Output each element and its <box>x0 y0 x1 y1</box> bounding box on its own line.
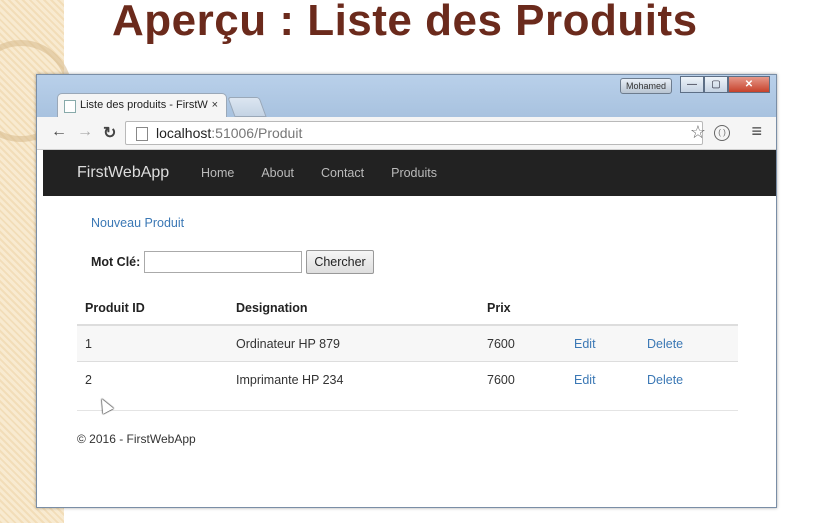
maximize-button[interactable]: ▢ <box>704 76 728 93</box>
user-badge: Mohamed <box>619 78 672 94</box>
window-titlebar[interactable]: Mohamed — ▢ ✕ Liste des produits - First… <box>37 75 776 117</box>
forward-arrow-icon[interactable]: → <box>77 123 93 141</box>
edit-link[interactable]: Edit <box>566 324 639 362</box>
new-tab-button[interactable] <box>227 97 267 117</box>
cell-id: 2 <box>77 361 228 397</box>
page-content: Nouveau Produit Mot Clé: Chercher Produi… <box>37 196 776 507</box>
browser-toolbar: ← → ↻ localhost:51006/Produit ☆ ( ) ≡ <box>37 117 776 150</box>
nav-link-about[interactable]: About <box>261 166 294 180</box>
browser-window: Mohamed — ▢ ✕ Liste des produits - First… <box>36 74 777 508</box>
cell-prix: 7600 <box>479 361 566 397</box>
products-table: Produit ID Designation Prix 1 Ordinateur… <box>77 292 738 397</box>
hamburger-menu-icon[interactable]: ≡ <box>751 121 762 142</box>
address-bar[interactable]: localhost:51006/Produit <box>125 121 703 145</box>
page-viewport: FirstWebApp Home About Contact Produits … <box>37 150 776 507</box>
url-path: :51006/Produit <box>211 125 303 141</box>
browser-tab[interactable]: Liste des produits - FirstW × <box>57 93 227 117</box>
reload-icon[interactable]: ↻ <box>103 123 116 143</box>
header-delete <box>639 292 738 326</box>
table-header-row: Produit ID Designation Prix <box>77 292 738 326</box>
close-window-button[interactable]: ✕ <box>728 76 770 93</box>
window-controls: — ▢ ✕ <box>680 76 770 93</box>
tab-close-icon[interactable]: × <box>212 94 218 116</box>
page-icon <box>136 127 148 141</box>
back-arrow-icon[interactable]: ← <box>51 123 67 141</box>
header-produit-id: Produit ID <box>77 292 228 326</box>
mouse-cursor-icon <box>96 396 114 414</box>
brand-link[interactable]: FirstWebApp <box>77 164 169 182</box>
tab-title: Liste des produits - FirstW <box>80 99 208 111</box>
nav-links: Home About Contact Produits <box>201 166 464 180</box>
header-prix: Prix <box>479 292 566 326</box>
minimize-button[interactable]: — <box>680 76 704 93</box>
nav-link-home[interactable]: Home <box>201 166 234 180</box>
cell-id: 1 <box>77 324 228 362</box>
search-button[interactable]: Chercher <box>306 250 374 274</box>
table-row: 1 Ordinateur HP 879 7600 Edit Delete <box>77 324 738 362</box>
slide-title: Aperçu : Liste des Produits <box>112 0 698 45</box>
nav-link-produits[interactable]: Produits <box>391 166 437 180</box>
keyword-input[interactable] <box>144 251 303 273</box>
page-favicon-icon <box>64 100 76 113</box>
page-footer: © 2016 - FirstWebApp <box>77 432 196 446</box>
cell-prix: 7600 <box>479 324 566 362</box>
table-row: 2 Imprimante HP 234 7600 Edit Delete <box>77 361 738 397</box>
new-product-link[interactable]: Nouveau Produit <box>91 216 184 230</box>
header-designation: Designation <box>228 292 479 326</box>
search-label: Mot Clé: <box>91 255 141 269</box>
search-form: Mot Clé: Chercher <box>91 250 374 274</box>
delete-link[interactable]: Delete <box>639 324 738 362</box>
site-navbar: FirstWebApp Home About Contact Produits <box>43 150 776 196</box>
cell-designation: Imprimante HP 234 <box>228 361 479 397</box>
nav-link-contact[interactable]: Contact <box>321 166 364 180</box>
edit-link[interactable]: Edit <box>566 361 639 397</box>
extension-icon[interactable]: ( ) <box>714 125 730 141</box>
header-edit <box>566 292 639 326</box>
cell-designation: Ordinateur HP 879 <box>228 324 479 362</box>
footer-divider <box>77 410 738 411</box>
star-icon[interactable]: ☆ <box>690 122 706 143</box>
delete-link[interactable]: Delete <box>639 361 738 397</box>
url-host: localhost <box>156 125 212 141</box>
